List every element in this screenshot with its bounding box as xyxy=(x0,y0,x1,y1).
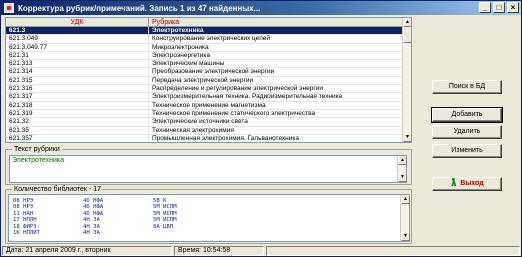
cell-code: 621.313 xyxy=(6,60,149,68)
library-list[interactable]: 08 НРЭ 4D НФА 5B К 08 НРЭ 4D НФА 5M ИСПМ 11 НА… xyxy=(8,194,410,242)
add-button[interactable]: Добавить xyxy=(431,107,503,123)
rubric-text-group: Электротехника ▲ ▼ Текст рубрики xyxy=(5,145,412,185)
scroll-down-icon[interactable]: ▼ xyxy=(403,133,411,142)
cell-name: Техническое применение статического элек… xyxy=(152,109,316,117)
table-row[interactable]: 621.318 Техническое применение магнетизма xyxy=(6,101,403,110)
library-count-title: Количество библиотек - 17 xyxy=(12,185,103,194)
cell-code: 621.3 xyxy=(6,27,149,35)
cell-name: Электрические источники света xyxy=(152,118,248,126)
scroll-thumb[interactable] xyxy=(403,27,411,43)
cell-code: 621.318 xyxy=(6,101,149,109)
cell-name: Микроэлектроника xyxy=(152,43,209,51)
cell-name: Передача электрической энергии xyxy=(152,76,254,84)
library-cell xyxy=(153,230,223,236)
cell-code: 621.3.049 xyxy=(6,35,149,43)
column-header-code[interactable]: УДК xyxy=(6,18,149,26)
cell-code: 621.3.049.77 xyxy=(6,43,149,51)
cell-code: 621.31 xyxy=(6,51,149,60)
table-row[interactable]: 621.3 Электротехника xyxy=(6,27,403,36)
cell-code: 621.316 xyxy=(6,85,149,93)
cell-name: Преобразование электрической энергии xyxy=(152,68,275,76)
cell-name: Электроизмерительная техника. Радиоизмер… xyxy=(152,93,343,101)
cell-name: Электроэнергетика xyxy=(152,51,210,59)
table-row[interactable]: 621.313 Электрические машины xyxy=(6,60,403,69)
cell-code: 621.314 xyxy=(6,68,149,76)
status-date: Дата: 21 апреля 2009 г., вторник xyxy=(2,246,172,256)
status-empty xyxy=(266,246,520,256)
table-row[interactable]: 621.317 Электроизмерительная техника. Рад… xyxy=(6,93,403,102)
table-body: 621.3 Электротехника 621.3.049 Конструирова… xyxy=(6,27,403,142)
table-header: УДК Рубрика xyxy=(6,18,403,27)
library-count-group: 08 НРЭ 4D НФА 5B К 08 НРЭ 4D НФА 5M ИСПМ 11 НА… xyxy=(5,185,412,244)
edit-button[interactable]: Изменить xyxy=(432,144,502,158)
cell-code: 621.315 xyxy=(6,76,149,85)
cell-code: 621.317 xyxy=(6,93,149,101)
title-bar[interactable]: Корректура рубрик/примечаний. Запись 1 и… xyxy=(1,1,521,15)
cell-name: Электротехника xyxy=(152,27,204,34)
maximize-button[interactable]: □ xyxy=(493,2,505,13)
cell-name: Техническая электрохимия xyxy=(152,126,234,134)
table-row[interactable]: 621.315 Передача электрической энергии xyxy=(6,76,403,86)
scroll-down-icon[interactable]: ▼ xyxy=(398,173,407,182)
table-row[interactable]: 621.357 Промышленная электрохимия. Гальва… xyxy=(6,134,403,142)
table-row[interactable]: 621.3.049 Конструирование электрических ц… xyxy=(6,35,403,44)
status-bar: Дата: 21 апреля 2009 г., вторник Время: … xyxy=(2,246,520,256)
table-row[interactable]: 621.314 Преобразование электрической энер… xyxy=(6,68,403,77)
cell-name: Промышленная электрохимия. Гальванотехни… xyxy=(152,134,299,142)
close-button[interactable]: × xyxy=(507,2,519,13)
search-db-button[interactable]: Поиск в БД xyxy=(432,80,502,94)
rubric-editor-window: Корректура рубрик/примечаний. Запись 1 и… xyxy=(0,0,522,257)
table-row[interactable]: 621.316 Распределение и регулирование эле… xyxy=(6,85,403,94)
table-scrollbar[interactable]: ▲ ▼ xyxy=(402,18,411,142)
cell-code: 621.319 xyxy=(6,109,149,118)
scroll-up-icon[interactable]: ▲ xyxy=(398,156,407,165)
delete-button[interactable]: Удалить xyxy=(432,125,502,139)
column-header-name[interactable]: Рубрика xyxy=(149,18,403,26)
cell-name: Распределение и регулирование электричес… xyxy=(152,85,323,93)
scroll-up-icon[interactable]: ▲ xyxy=(401,195,410,204)
cell-name: Техническое применение магнетизма xyxy=(152,101,266,109)
cell-code: 621.357 xyxy=(6,134,149,142)
minimize-button[interactable]: _ xyxy=(479,2,491,13)
text-scrollbar[interactable]: ▲ ▼ xyxy=(397,156,407,182)
library-grid: 08 НРЭ 4D НФА 5B К 08 НРЭ 4D НФА 5M ИСПМ 11 НА… xyxy=(13,198,393,236)
cell-code: 621.32 xyxy=(6,118,149,126)
exit-label: Выход xyxy=(460,180,484,187)
library-row: 1K НПЛИТ 4H ЗА xyxy=(13,230,393,236)
cell-code: 621.35 xyxy=(6,126,149,134)
scroll-down-icon[interactable]: ▼ xyxy=(401,232,410,241)
cell-name: Электрические машины xyxy=(152,60,225,68)
table-row[interactable]: 621.32 Электрические источники света xyxy=(6,118,403,127)
cell-name: Конструирование электрических цепей xyxy=(152,35,271,43)
table-row[interactable]: 621.31 Электроэнергетика xyxy=(6,51,403,61)
rubric-text-field[interactable]: Электротехника ▲ ▼ xyxy=(9,155,407,183)
status-time: Время: 10:54:58 xyxy=(174,246,264,256)
app-icon xyxy=(4,3,14,13)
exit-button[interactable]: Выход xyxy=(432,177,502,191)
exit-icon xyxy=(450,178,457,186)
table-row[interactable]: 621.3.049.77 Микроэлектроника xyxy=(6,43,403,52)
rubric-table[interactable]: УДК Рубрика 621.3 Электротехника 621.3.049… xyxy=(5,17,412,143)
scroll-up-icon[interactable]: ▲ xyxy=(403,18,411,27)
window-title: Корректура рубрик/примечаний. Запись 1 и… xyxy=(18,3,261,13)
table-row[interactable]: 621.35 Техническая электрохимия xyxy=(6,126,403,135)
rubric-text-value: Электротехника xyxy=(12,157,65,164)
title-buttons: _ □ × xyxy=(479,2,519,13)
library-scrollbar[interactable]: ▲ ▼ xyxy=(400,195,410,241)
table-row[interactable]: 621.319 Техническое применение статическо… xyxy=(6,109,403,119)
library-cell: 4H ЗА xyxy=(83,229,100,236)
library-cell: 1K НПЛИТ xyxy=(13,229,40,236)
rubric-text-title: Текст рубрики xyxy=(12,145,62,154)
